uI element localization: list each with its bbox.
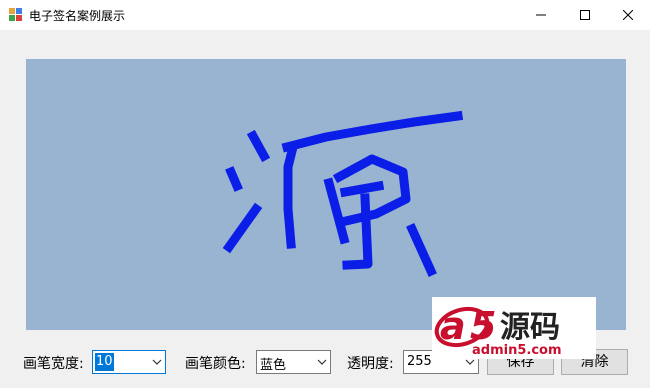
stroke — [222, 202, 263, 254]
logo-chinese-text: 源码 — [500, 310, 560, 345]
pen-color-select[interactable]: 蓝色 — [256, 350, 331, 374]
watermark-graphic: a 5 源码 admin5.com — [434, 304, 562, 358]
opacity-label: 透明度: — [347, 356, 394, 372]
stroke — [246, 129, 271, 163]
logo-digit-5: 5 — [470, 304, 496, 348]
chevron-down-icon — [465, 359, 475, 365]
close-icon — [623, 10, 633, 20]
stroke — [225, 166, 243, 192]
chevron-down-icon — [317, 359, 327, 365]
stroke — [342, 193, 373, 270]
maximize-button[interactable] — [563, 0, 607, 30]
pen-width-value: 10 — [95, 353, 114, 371]
signature-canvas[interactable] — [26, 59, 626, 330]
chevron-down-icon — [152, 359, 162, 365]
maximize-icon — [580, 10, 590, 20]
opacity-value: 255 — [407, 354, 432, 369]
logo-letter-a: a — [440, 304, 466, 348]
watermark-logo: a 5 源码 admin5.com — [432, 297, 596, 359]
minimize-button[interactable] — [519, 0, 563, 30]
stroke — [281, 110, 464, 153]
pen-color-value: 蓝色 — [260, 358, 287, 373]
signature-drawing — [222, 110, 464, 277]
pen-width-select[interactable]: 10 — [92, 350, 166, 374]
close-button[interactable] — [606, 0, 650, 30]
stroke — [406, 223, 437, 277]
logo-domain: admin5.com — [472, 343, 562, 358]
pen-width-label: 画笔宽度: — [23, 356, 84, 372]
stroke — [283, 145, 298, 249]
app-icon — [9, 8, 22, 21]
stroke — [339, 180, 385, 198]
window-title: 电子签名案例展示 — [29, 9, 126, 23]
minimize-icon — [536, 14, 546, 16]
title-bar: 电子签名案例展示 — [0, 0, 650, 30]
pen-color-label: 画笔颜色: — [185, 356, 246, 372]
